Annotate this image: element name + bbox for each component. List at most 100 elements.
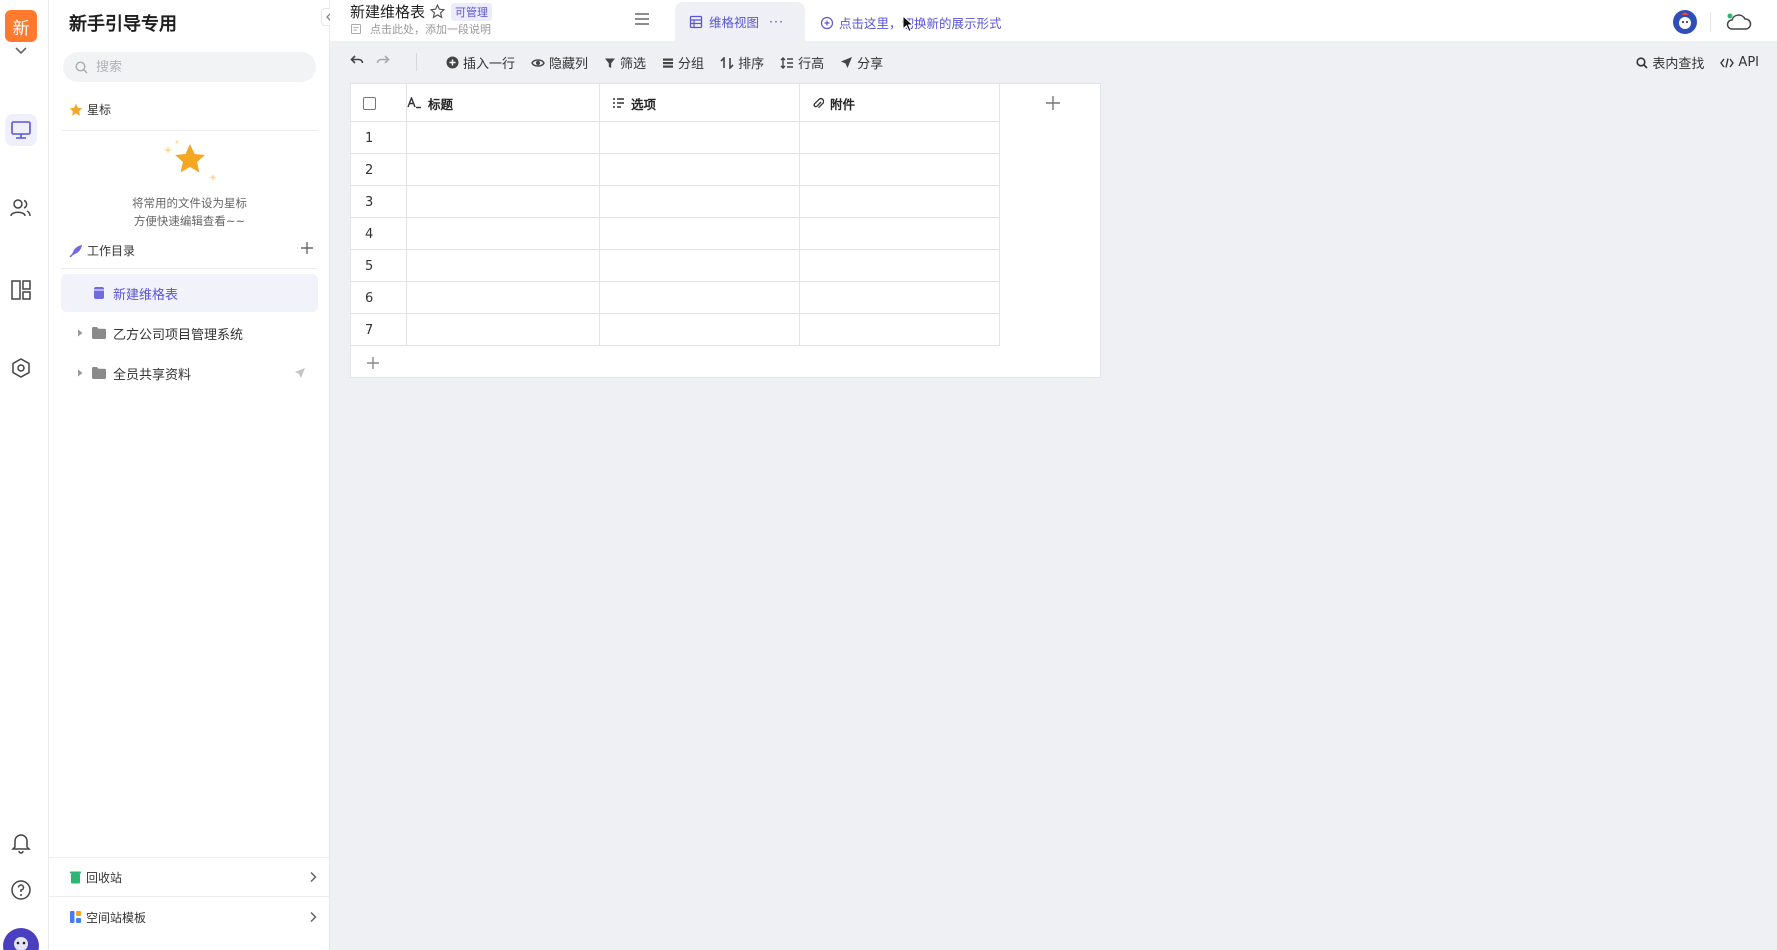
cell-attachment[interactable] (800, 218, 1000, 250)
sort-button[interactable]: 排序 (720, 53, 764, 72)
column-header-options[interactable]: 选项 (600, 84, 800, 122)
view-tab-label: 维格视图 (709, 15, 760, 30)
view-list-toggle-icon[interactable] (634, 12, 650, 26)
add-view-hint: 点击这里，切换新的展示形式 (839, 16, 1002, 31)
chevron-down-icon[interactable] (12, 44, 30, 58)
workdir-section-header[interactable]: 工作目录 (69, 242, 135, 259)
user-avatar[interactable] (3, 928, 39, 950)
text-field-icon (407, 97, 421, 109)
notifications-button[interactable] (5, 827, 37, 859)
column-header-title[interactable]: 标题 (407, 84, 600, 122)
tree-item-datasheet[interactable]: 新建维格表 (61, 274, 318, 312)
cell-attachment[interactable] (800, 282, 1000, 314)
api-button[interactable]: API (1720, 53, 1759, 72)
cell-attachment[interactable] (800, 186, 1000, 218)
workbench-nav-button[interactable] (5, 114, 37, 146)
cell-attachment[interactable] (800, 250, 1000, 282)
description-icon (351, 24, 361, 34)
insert-row-button[interactable]: 插入一行 (446, 53, 515, 72)
starred-section-header[interactable]: 星标 (69, 101, 111, 118)
templates-link[interactable]: 空间站模板 (69, 906, 317, 928)
cell-options[interactable] (600, 122, 800, 154)
cell-title[interactable] (407, 154, 600, 186)
row-height-button[interactable]: 行高 (780, 53, 824, 72)
eye-icon (531, 58, 545, 67)
table-row[interactable]: 2 (351, 154, 1000, 186)
users-icon (10, 199, 31, 217)
bell-icon (11, 834, 31, 854)
table-row[interactable]: 3 (351, 186, 1000, 218)
column-header-attachment[interactable]: 附件 (800, 84, 1000, 122)
add-row-icon[interactable] (365, 355, 381, 371)
cell-options[interactable] (600, 314, 800, 346)
table-row[interactable]: 5 (351, 250, 1000, 282)
select-all-checkbox[interactable] (363, 96, 376, 110)
doc-title[interactable]: 新建维格表 (350, 1, 425, 22)
caret-right-icon[interactable] (75, 368, 85, 378)
doc-description[interactable]: 点击此处，添加一段说明 (350, 21, 491, 37)
add-column-icon[interactable] (1044, 94, 1062, 112)
find-in-table-button[interactable]: 表内查找 (1636, 53, 1704, 72)
members-nav-button[interactable] (5, 192, 37, 224)
row-number: 6 (351, 282, 407, 314)
help-icon (11, 880, 31, 900)
cell-title[interactable] (407, 186, 600, 218)
row-number: 5 (351, 250, 407, 282)
share-button[interactable]: 分享 (840, 53, 883, 72)
row-height-label: 行高 (798, 57, 825, 72)
table-row[interactable]: 1 (351, 122, 1000, 154)
cell-attachment[interactable] (800, 314, 1000, 346)
cell-title[interactable] (407, 282, 600, 314)
trash-link[interactable]: 回收站 (69, 866, 317, 888)
row-height-icon (780, 56, 794, 69)
collaborator-avatar[interactable] (1673, 10, 1697, 34)
tree-item-folder[interactable]: 乙方公司项目管理系统 (61, 314, 318, 352)
cell-options[interactable] (600, 282, 800, 314)
star-outline-icon[interactable] (430, 4, 446, 19)
header: 新建维格表 可管理 点击此处，添加一段说明 维格视图 ··· 点击这里，切换新的… (330, 0, 1777, 41)
cell-options[interactable] (600, 186, 800, 218)
cell-options[interactable] (600, 218, 800, 250)
starred-empty-hint-1: 将常用的文件设为星标 (132, 196, 247, 210)
table-row[interactable]: 4 (351, 218, 1000, 250)
undo-redo-group (350, 53, 390, 67)
mouse-cursor-icon (902, 15, 914, 33)
tab-grid-view[interactable]: 维格视图 ··· (675, 2, 805, 41)
table-row[interactable]: 6 (351, 282, 1000, 314)
templates-nav-button[interactable] (5, 274, 37, 306)
cell-options[interactable] (600, 250, 800, 282)
group-icon (663, 58, 674, 68)
cell-title[interactable] (407, 122, 600, 154)
tree-item-folder[interactable]: 全员共享资料 (61, 354, 318, 392)
select-field-icon (613, 98, 624, 108)
view-more-button[interactable]: ··· (769, 14, 784, 29)
send-icon (841, 57, 853, 68)
trash-icon (70, 871, 81, 884)
caret-right-icon[interactable] (75, 328, 85, 338)
filter-label: 筛选 (620, 57, 647, 72)
toolbar: 插入一行 隐藏列 筛选 分组 排序 行高 分享 (446, 53, 883, 72)
cell-attachment[interactable] (800, 122, 1000, 154)
table-row[interactable]: 7 (351, 314, 1000, 346)
redo-icon[interactable] (376, 53, 390, 67)
find-label: 表内查找 (1652, 57, 1705, 72)
space-avatar[interactable]: 新 (5, 10, 37, 42)
cloud-sync-icon[interactable] (1725, 12, 1753, 32)
search-input[interactable] (96, 59, 296, 75)
cell-options[interactable] (600, 154, 800, 186)
help-button[interactable] (5, 874, 37, 906)
undo-icon[interactable] (350, 53, 364, 67)
cell-title[interactable] (407, 314, 600, 346)
cell-attachment[interactable] (800, 154, 1000, 186)
cell-title[interactable] (407, 218, 600, 250)
group-button[interactable]: 分组 (662, 53, 704, 72)
sidebar-search[interactable] (63, 52, 316, 82)
cell-title[interactable] (407, 250, 600, 282)
settings-nav-button[interactable] (5, 352, 37, 384)
star-illustration-icon (163, 140, 216, 181)
collaborator-avatar-icon (1679, 12, 1691, 29)
insert-row-label: 插入一行 (463, 57, 516, 72)
hide-columns-button[interactable]: 隐藏列 (531, 53, 588, 72)
add-node-icon[interactable] (299, 240, 315, 256)
filter-button[interactable]: 筛选 (604, 53, 646, 72)
